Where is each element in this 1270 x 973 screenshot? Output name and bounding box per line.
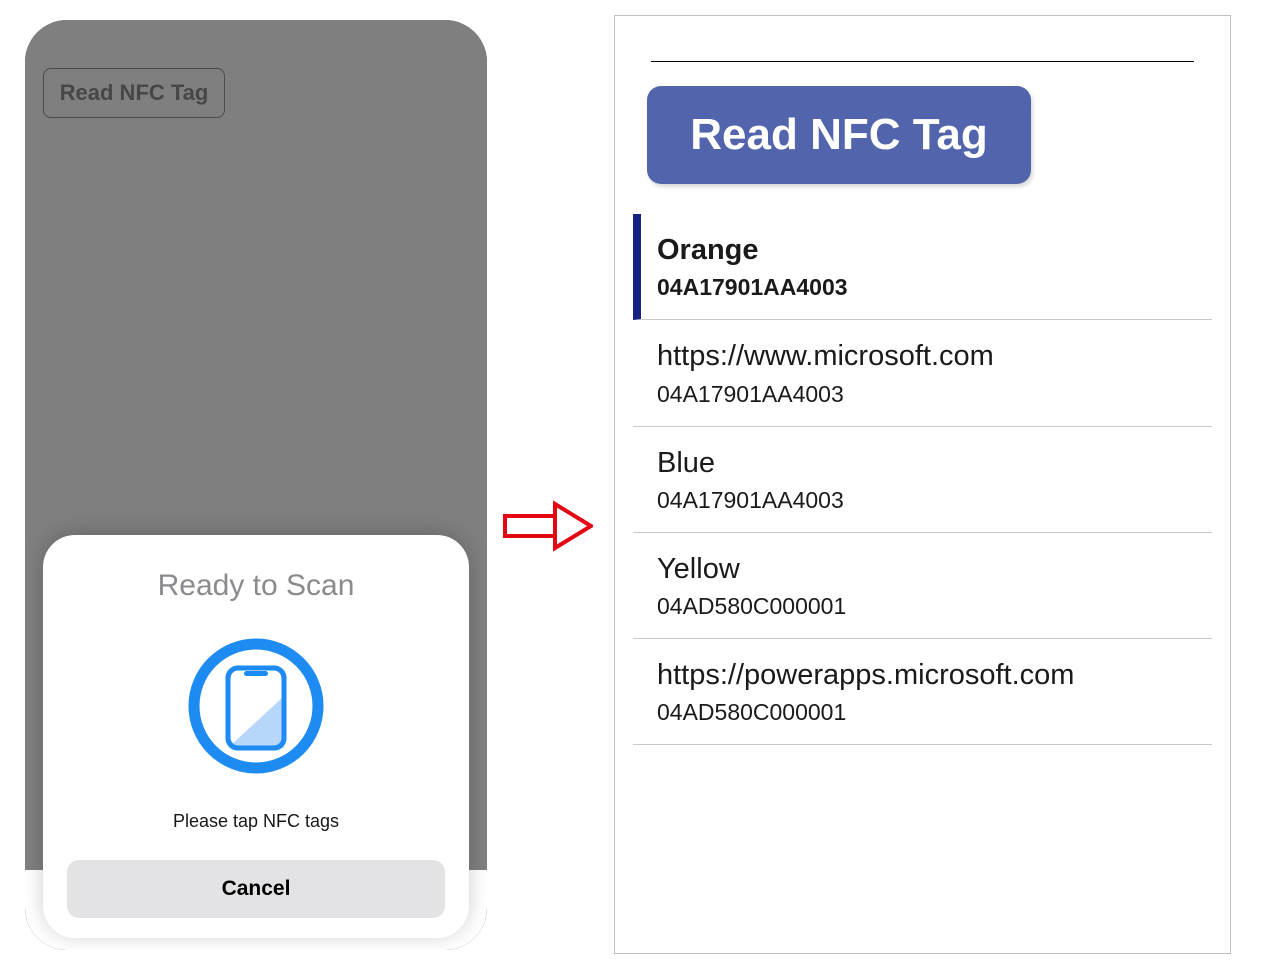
nfc-scan-icon bbox=[67, 631, 445, 781]
list-item-title: Blue bbox=[657, 445, 1204, 481]
list-item-sub: 04A17901AA4003 bbox=[657, 274, 1204, 301]
list-item-sub: 04AD580C000001 bbox=[657, 593, 1204, 620]
list-item-title: Yellow bbox=[657, 551, 1204, 587]
scan-sheet-title: Ready to Scan bbox=[67, 569, 445, 603]
list-item[interactable]: https://www.microsoft.com 04A17901AA4003 bbox=[633, 320, 1212, 426]
list-item-title: Orange bbox=[657, 232, 1204, 268]
read-nfc-tag-button[interactable]: Read NFC Tag bbox=[647, 86, 1031, 184]
list-item-sub: 04AD580C000001 bbox=[657, 699, 1204, 726]
pane-top-rule bbox=[651, 61, 1194, 62]
scan-action-sheet: Ready to Scan Please tap NFC tags Cancel bbox=[43, 535, 469, 938]
phone-mock: Read NFC Tag Ready to Scan Please tap NF… bbox=[25, 20, 487, 950]
list-item[interactable]: Blue 04A17901AA4003 bbox=[633, 427, 1212, 533]
list-item-sub: 04A17901AA4003 bbox=[657, 381, 1204, 408]
list-item-title: https://www.microsoft.com bbox=[657, 338, 1204, 374]
result-pane: Read NFC Tag Orange 04A17901AA4003 https… bbox=[614, 15, 1231, 954]
list-item[interactable]: https://powerapps.microsoft.com 04AD580C… bbox=[633, 639, 1212, 745]
cancel-button[interactable]: Cancel bbox=[67, 860, 445, 918]
arrow-right-icon bbox=[503, 498, 593, 559]
scan-sheet-subtitle: Please tap NFC tags bbox=[67, 811, 445, 832]
read-nfc-tag-button-background: Read NFC Tag bbox=[43, 68, 225, 118]
list-item-title: https://powerapps.microsoft.com bbox=[657, 657, 1204, 693]
list-item[interactable]: Yellow 04AD580C000001 bbox=[633, 533, 1212, 639]
tag-list: Orange 04A17901AA4003 https://www.micros… bbox=[633, 214, 1212, 745]
list-item[interactable]: Orange 04A17901AA4003 bbox=[633, 214, 1212, 320]
list-item-sub: 04A17901AA4003 bbox=[657, 487, 1204, 514]
